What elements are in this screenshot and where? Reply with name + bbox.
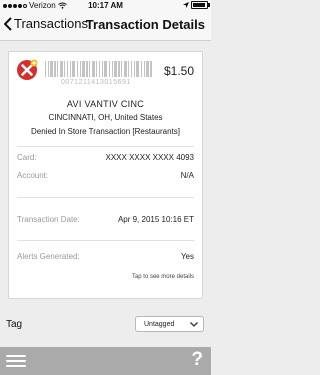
card-row: Card: XXXX XXXX XXXX 4093 [17, 153, 194, 165]
barcode-image [45, 61, 152, 77]
merchant-location: CINCINNATI, OH, United States [48, 113, 163, 122]
bottom-toolbar: ? [0, 347, 211, 375]
alerts-label: Alerts Generated: [17, 252, 80, 261]
barcode-number: 0071211413015691 [61, 79, 131, 86]
tag-label: Tag [6, 319, 23, 330]
page-title: Transaction Details [85, 17, 205, 32]
location-arrow-icon [183, 2, 189, 8]
battery-icon [191, 1, 210, 9]
tag-row: Tag Untagged [0, 316, 211, 334]
back-label: Transactions [14, 16, 88, 31]
alerts-row: Alerts Generated: Yes [17, 252, 194, 264]
declined-x-icon [17, 59, 38, 80]
transaction-card[interactable]: 0071211413015691 $1.50 AVI VANTIV CINC C… [8, 51, 203, 299]
account-value: N/A [180, 171, 194, 180]
account-row: Account: N/A [17, 171, 194, 183]
account-label: Account: [17, 171, 49, 180]
more-details-link[interactable]: Tap to see more details [132, 274, 194, 280]
transaction-date-label: Transaction Date: [17, 215, 80, 224]
alerts-value: Yes [180, 252, 194, 261]
back-button[interactable]: Transactions [4, 16, 88, 31]
tag-selected-value: Untagged [144, 321, 175, 328]
transaction-date-row: Transaction Date: Apr 9, 2015 10:16 ET [17, 215, 194, 227]
divider [17, 146, 194, 147]
card-value: XXXX XXXX XXXX 4093 [105, 153, 195, 162]
hamburger-menu-icon[interactable] [6, 355, 26, 368]
divider [17, 240, 194, 241]
navigation-bar: Transactions Transaction Details [0, 11, 211, 41]
chevron-left-icon [4, 16, 12, 31]
transaction-amount: $1.50 [163, 64, 194, 78]
battery-area [183, 1, 210, 9]
help-button[interactable]: ? [191, 349, 203, 371]
clock: 10:17 AM [88, 1, 123, 10]
merchant-name: AVI VANTIV CINC [66, 99, 145, 109]
chevron-down-icon [190, 322, 198, 327]
transaction-type: Denied In Store Transaction [Restaurants… [31, 127, 180, 136]
tag-dropdown[interactable]: Untagged [135, 316, 204, 332]
transaction-date-value: Apr 9, 2015 10:16 ET [117, 215, 194, 224]
divider [17, 197, 194, 198]
status-bar: Verizon 10:17 AM [0, 0, 211, 11]
card-label: Card: [17, 153, 37, 162]
